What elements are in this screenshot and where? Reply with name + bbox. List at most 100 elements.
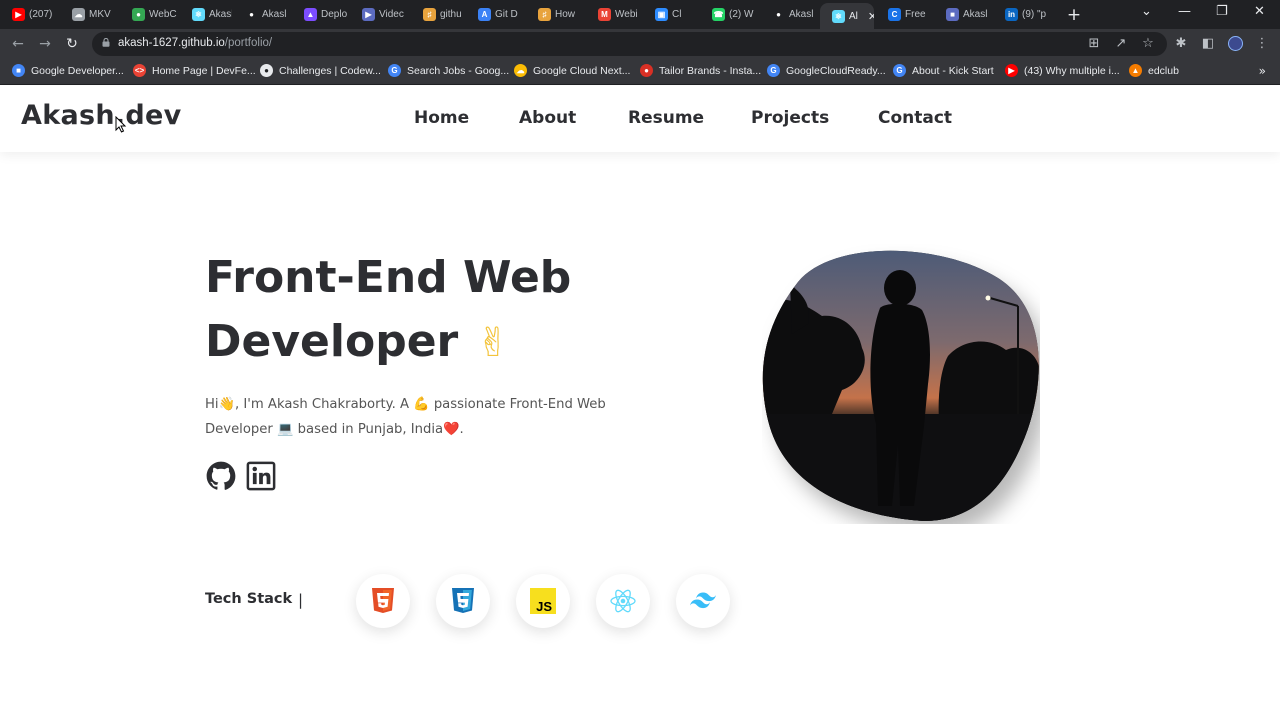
bookmark-label: Home Page | DevFe... xyxy=(152,64,256,77)
nav-home[interactable]: Home xyxy=(414,108,469,128)
browser-tab[interactable]: ● Akasl xyxy=(233,3,291,25)
html5-badge[interactable] xyxy=(356,574,410,628)
bookmark-label: About - Kick Start xyxy=(912,64,994,77)
browser-tab-strip: ▶ (207) ☁ MKV ● WebC ⚛ Akasl ● Akasl ▲ Deplo ▶ Videc ♯… xyxy=(0,0,1280,29)
browser-tab[interactable]: ▶ Videc xyxy=(350,3,410,25)
maximize-icon[interactable]: ❐ xyxy=(1216,4,1228,19)
bookmark-star-icon[interactable]: ☆ xyxy=(1140,36,1156,51)
github-icon: ● xyxy=(776,9,781,19)
browser-tab-label: Videc xyxy=(379,8,404,20)
nav-contact[interactable]: Contact xyxy=(878,108,952,128)
browser-tab-label: Akasl xyxy=(262,8,287,20)
nav-projects[interactable]: Projects xyxy=(751,108,829,128)
bookmark-item[interactable]: ▶ (43) Why multiple i... xyxy=(1005,64,1120,77)
tech-stack-divider: | xyxy=(298,591,304,609)
browser-tab[interactable]: ● Akasl xyxy=(760,3,818,25)
youtube-icon: ▶ xyxy=(12,7,25,21)
hero-title: Front-End Web Developer ✌ xyxy=(205,246,675,375)
bookmark-item[interactable]: ■ Google Developer... xyxy=(12,64,124,77)
tech-stack-label: Tech Stack xyxy=(205,591,293,607)
youtube-icon: ▶ xyxy=(1005,64,1018,77)
browser-tab[interactable]: ☎ (2) W xyxy=(700,3,758,25)
browser-tab-label: Akasl xyxy=(963,8,988,20)
browser-tab[interactable]: ♯ How xyxy=(526,3,584,25)
url-host: akash-1627.github.io xyxy=(118,37,225,49)
react-badge[interactable] xyxy=(596,574,650,628)
browser-tab[interactable]: ▣ Cl xyxy=(643,3,699,25)
cloud-icon: ☁ xyxy=(72,7,85,21)
bookmark-item[interactable]: ● Challenges | Codew... xyxy=(260,64,381,77)
browser-tab[interactable]: ☁ MKV xyxy=(60,3,118,25)
nav-resume[interactable]: Resume xyxy=(628,108,704,128)
bookmark-item[interactable]: ▲ edclub xyxy=(1129,64,1179,77)
menu-kebab-icon[interactable]: ⋮ xyxy=(1254,36,1270,51)
minimize-icon[interactable]: — xyxy=(1178,4,1191,19)
profile-avatar[interactable] xyxy=(1227,36,1243,55)
browser-tab[interactable]: in (9) "p xyxy=(993,3,1053,25)
bookmark-item[interactable]: G Search Jobs - Goog... xyxy=(388,64,509,77)
nav-about[interactable]: About xyxy=(519,108,576,128)
reload-button[interactable]: ↻ xyxy=(64,36,80,52)
bookmark-label: Search Jobs - Goog... xyxy=(407,64,510,77)
bookmark-label: edclub xyxy=(1148,64,1179,77)
css3-icon xyxy=(452,588,474,613)
new-tab-button[interactable]: + xyxy=(1066,5,1082,25)
linkedin-icon[interactable] xyxy=(246,461,276,491)
tailor-icon: ● xyxy=(640,64,653,77)
react-icon: ⚛ xyxy=(832,9,845,23)
bookmark-item[interactable]: ☁ Google Cloud Next... xyxy=(514,64,630,77)
profile-photo xyxy=(762,244,1040,524)
react-icon xyxy=(610,589,636,613)
css3-badge[interactable] xyxy=(436,574,490,628)
bookmark-label: Challenges | Codew... xyxy=(279,64,381,77)
browser-tab-label: MKV xyxy=(89,8,111,20)
close-tab-icon[interactable]: ✕ xyxy=(868,10,874,23)
javascript-badge[interactable]: JS xyxy=(516,574,570,628)
browser-tab[interactable]: ♯ githu xyxy=(411,3,465,25)
bookmark-icon: ♯ xyxy=(423,7,436,21)
google-icon: G xyxy=(767,64,780,77)
back-button[interactable]: ← xyxy=(10,36,26,52)
address-bar[interactable]: akash-1627.github.io/portfolio/ xyxy=(92,32,1167,56)
bookmark-item[interactable]: G About - Kick Start xyxy=(893,64,994,77)
browser-tab[interactable]: C Free xyxy=(876,3,932,25)
tailwind-icon xyxy=(690,592,716,609)
forward-button[interactable]: → xyxy=(37,36,53,52)
close-window-icon[interactable]: ✕ xyxy=(1254,4,1265,19)
a-icon: A xyxy=(478,7,491,21)
javascript-icon-text: JS xyxy=(536,599,552,614)
hero-intro: Hi👋, I'm Akash Chakraborty. A 💪 passiona… xyxy=(205,397,606,437)
video-icon: ▶ xyxy=(362,7,375,21)
browser-tab[interactable]: ⚛ Akasl xyxy=(180,3,232,25)
site-logo[interactable]: Akash.dev xyxy=(21,100,182,131)
browser-tab[interactable]: M Webi xyxy=(586,3,642,25)
more-bookmarks-icon[interactable]: » xyxy=(1259,64,1266,78)
browser-tab-label: Akasl xyxy=(789,8,814,20)
url-text: akash-1627.github.io/portfolio/ xyxy=(118,37,272,49)
tailwind-badge[interactable] xyxy=(676,574,730,628)
browser-tab[interactable]: ▶ (207) xyxy=(0,3,58,25)
c-icon: C xyxy=(888,7,901,21)
side-panel-icon[interactable]: ◧ xyxy=(1200,36,1216,51)
extensions-icon[interactable]: ✱ xyxy=(1173,36,1189,51)
browser-tab-label: Free xyxy=(905,8,926,20)
bookmark-item[interactable]: <> Home Page | DevFe... xyxy=(133,64,256,77)
bookmark-item[interactable]: G GoogleCloudReady... xyxy=(767,64,886,77)
share-icon[interactable]: ↗ xyxy=(1113,36,1129,51)
browser-tab-label: WebC xyxy=(149,8,177,20)
gmail-icon: M xyxy=(598,7,611,21)
browser-tab[interactable]: ● WebC xyxy=(120,3,178,25)
browser-tab[interactable]: ■ Akasl xyxy=(934,3,992,25)
browser-tab[interactable]: ▲ Deplo xyxy=(292,3,348,25)
install-icon[interactable]: ⊞ xyxy=(1086,36,1102,51)
tab-search-icon[interactable]: ⌄ xyxy=(1141,4,1152,19)
whatsapp-icon: ☎ xyxy=(712,7,725,21)
browser-tab-label: Cl xyxy=(672,8,682,20)
react-icon: ⚛ xyxy=(192,7,205,21)
bookmark-item[interactable]: ● Tailor Brands - Insta... xyxy=(640,64,761,77)
browser-tab[interactable]: ⚛ Al ✕ xyxy=(820,3,874,29)
browser-tab[interactable]: A Git D xyxy=(466,3,524,25)
victory-hand-icon: ✌ xyxy=(476,320,510,366)
zoom-icon: ▣ xyxy=(655,7,668,21)
github-icon[interactable] xyxy=(206,461,236,491)
